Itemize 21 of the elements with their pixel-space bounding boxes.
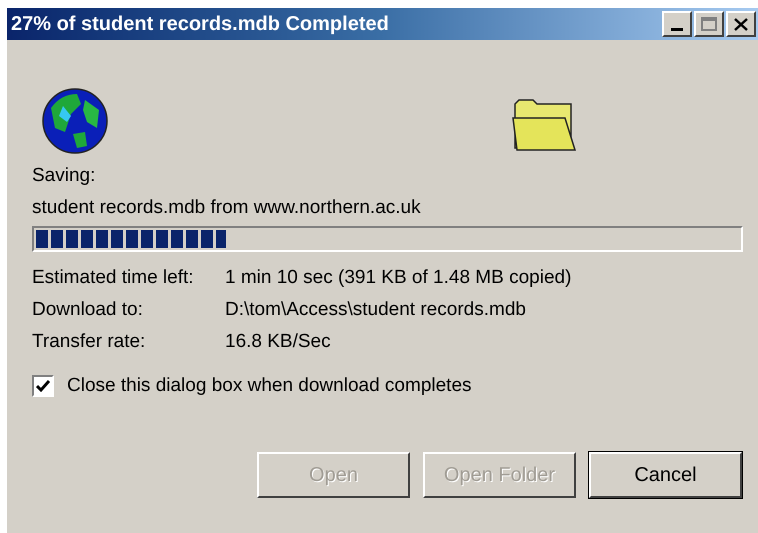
close-button[interactable] — [726, 11, 756, 37]
checkbox[interactable] — [32, 375, 54, 397]
status-detail: student records.mdb from www.northern.ac.uk — [32, 196, 422, 220]
globe-icon — [41, 88, 109, 154]
checkbox-label: Close this dialog box when download completes — [67, 374, 472, 398]
folder-icon — [511, 98, 577, 152]
maximize-button[interactable] — [694, 11, 724, 37]
dialog-button[interactable]: Cancel — [589, 452, 742, 498]
field-label: Download to: — [32, 298, 144, 322]
minimize-button[interactable] — [662, 11, 692, 37]
window-title: 27% of student records.mdb Completed — [11, 12, 389, 37]
field-value: D:\tom\Access\student records.mdb — [225, 298, 526, 322]
field-value: 1 min 10 sec (391 KB of 1.48 MB copied) — [225, 266, 572, 290]
field-label: Transfer rate: — [32, 330, 146, 354]
close-icon — [734, 18, 748, 30]
status-label: Saving: — [32, 164, 96, 188]
maximize-icon — [701, 17, 717, 31]
field-value: 16.8 KB/Sec — [225, 330, 331, 354]
field-label: Estimated time left: — [32, 266, 195, 290]
checkmark-icon — [36, 380, 50, 392]
minimize-icon — [671, 28, 683, 31]
